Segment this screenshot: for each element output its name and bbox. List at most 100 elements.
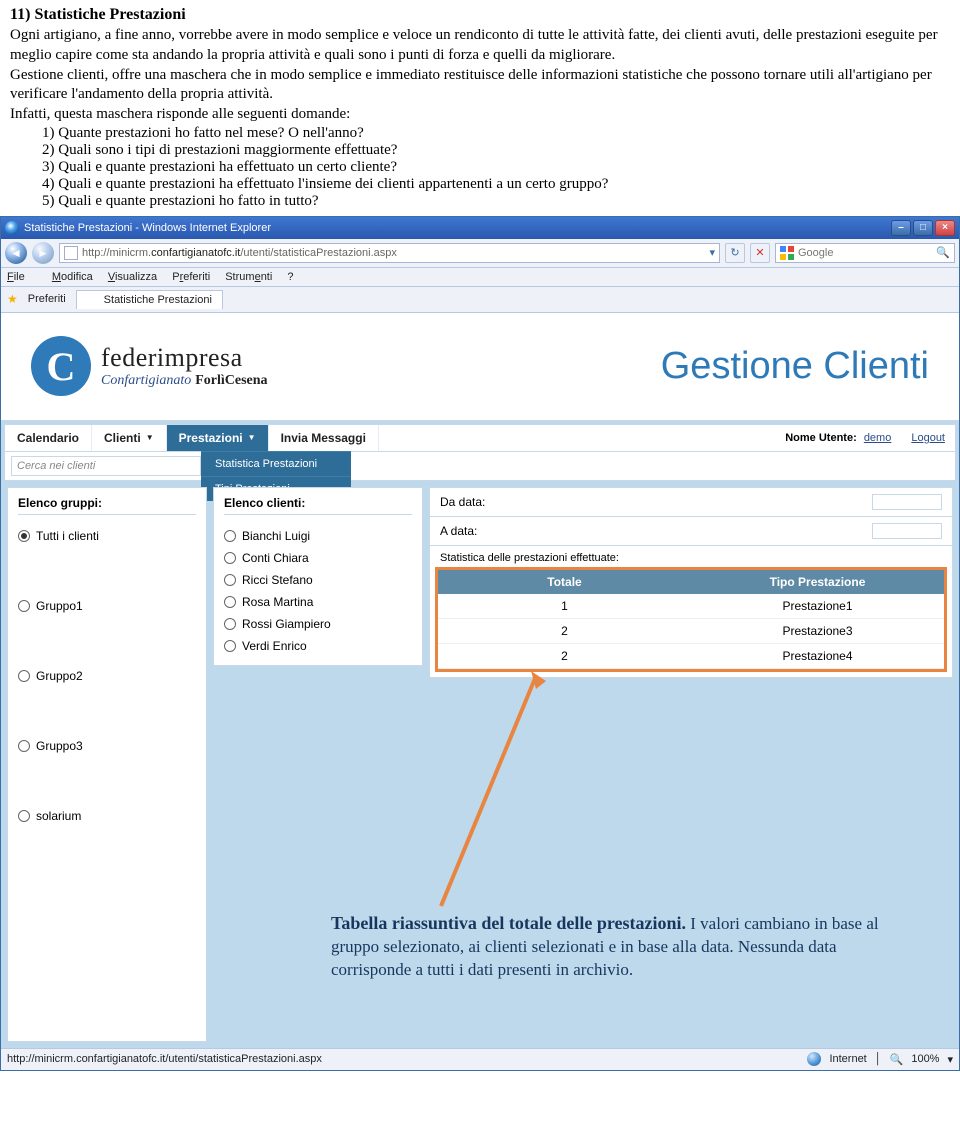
client-option-5[interactable]: Verdi Enrico [224, 635, 412, 657]
ie-window: Statistiche Prestazioni - Windows Intern… [0, 216, 960, 1071]
ie-status-bar: http://minicrm.confartigianatofc.it/uten… [1, 1048, 959, 1070]
minimize-button[interactable]: – [891, 220, 911, 236]
browser-tab[interactable]: Statistiche Prestazioni [76, 290, 223, 309]
clients-title: Elenco clienti: [224, 496, 412, 515]
group-option-all[interactable]: Tutti i clienti [18, 525, 196, 547]
menu-visualizza[interactable]: Visualizza [108, 271, 157, 283]
radio-icon [18, 670, 30, 682]
logo-title: federimpresa [101, 343, 268, 373]
ie-menu-bar: File Modifica Visualizza Preferiti Strum… [1, 268, 959, 287]
document-text: 11) Statistiche Prestazioni Ogni artigia… [0, 0, 960, 212]
url-prefix: http://minicrm. [82, 247, 151, 259]
date-to-input[interactable] [872, 523, 942, 539]
menu-file[interactable]: File [7, 271, 37, 283]
stats-table: Totale Tipo Prestazione 1Prestazione1 2P… [435, 567, 947, 672]
doc-q5: 5) Quali e quante prestazioni ho fatto i… [42, 193, 950, 210]
doc-para-3: Infatti, questa maschera risponde alle s… [10, 105, 950, 125]
status-url: http://minicrm.confartigianatofc.it/uten… [7, 1053, 799, 1065]
window-title: Statistiche Prestazioni - Windows Intern… [24, 222, 891, 234]
date-from-input[interactable] [872, 494, 942, 510]
radio-icon [18, 810, 30, 822]
panel-stats: Da data: A data: Statistica delle presta… [429, 487, 953, 678]
group-option-3[interactable]: Gruppo3 [18, 735, 196, 757]
federimpresa-logo: C federimpresa ConfartigianatoForlìCesen… [31, 336, 268, 396]
favorites-label[interactable]: Preferiti [28, 293, 66, 305]
stats-header-row: Totale Tipo Prestazione [438, 570, 944, 594]
close-button[interactable]: × [935, 220, 955, 236]
client-option-1[interactable]: Conti Chiara [224, 547, 412, 569]
client-search-row [4, 452, 956, 481]
nav-invia-messaggi[interactable]: Invia Messaggi [269, 425, 379, 451]
doc-q1: 1) Quante prestazioni ho fatto nel mese?… [42, 125, 950, 142]
menu-preferiti[interactable]: Preferiti [172, 271, 210, 283]
maximize-button[interactable]: □ [913, 220, 933, 236]
radio-icon [224, 596, 236, 608]
page-content: C federimpresa ConfartigianatoForlìCesen… [1, 313, 959, 1048]
globe-icon [807, 1052, 821, 1066]
favorites-star-icon[interactable]: ★ [7, 292, 18, 306]
panel-clients: Elenco clienti: Bianchi Luigi Conti Chia… [213, 487, 423, 666]
col-totale: Totale [438, 570, 691, 594]
radio-icon [224, 640, 236, 652]
content-area: Elenco gruppi: Tutti i clienti Gruppo1 G… [1, 481, 959, 1048]
ie-address-bar: ◄ ► http://minicrm.confartigianatofc.it/… [1, 239, 959, 268]
radio-icon [224, 618, 236, 630]
logout-link[interactable]: Logout [911, 432, 945, 444]
page-banner: C federimpresa ConfartigianatoForlìCesen… [1, 313, 959, 421]
protected-mode-icon: │ [875, 1053, 882, 1065]
radio-icon [224, 530, 236, 542]
main-nav: Calendario Clienti▼ Prestazioni▼ Invia M… [4, 424, 956, 452]
ie-titlebar: Statistiche Prestazioni - Windows Intern… [1, 217, 959, 239]
panel-groups: Elenco gruppi: Tutti i clienti Gruppo1 G… [7, 487, 207, 1042]
page-icon [64, 246, 78, 260]
tab-label: Statistiche Prestazioni [104, 294, 212, 306]
search-go-icon[interactable]: 🔍 [936, 246, 950, 259]
menu-modifica[interactable]: Modifica [52, 271, 93, 283]
url-dropdown-icon[interactable]: ▾ [709, 246, 715, 259]
zoom-icon[interactable]: 🔍 [890, 1053, 904, 1066]
client-option-3[interactable]: Rosa Martina [224, 591, 412, 613]
table-row: 1Prestazione1 [438, 594, 944, 619]
status-zoom: 100% [911, 1053, 939, 1065]
doc-heading: 11) Statistiche Prestazioni [10, 6, 950, 24]
browser-search-input[interactable]: Google 🔍 [775, 243, 955, 263]
nav-prestazioni[interactable]: Prestazioni▼ [167, 425, 269, 451]
app-title: Gestione Clienti [661, 345, 929, 388]
logo-city: ForlìCesena [195, 373, 267, 388]
url-input[interactable]: http://minicrm.confartigianatofc.it/uten… [59, 243, 720, 263]
radio-icon [18, 600, 30, 612]
tab-favicon-icon [87, 294, 99, 306]
client-option-0[interactable]: Bianchi Luigi [224, 525, 412, 547]
groups-title: Elenco gruppi: [18, 496, 196, 515]
col-tipo: Tipo Prestazione [691, 570, 944, 594]
group-option-1[interactable]: Gruppo1 [18, 595, 196, 617]
forward-button[interactable]: ► [32, 242, 54, 264]
status-zone: Internet [829, 1053, 866, 1065]
group-option-2[interactable]: Gruppo2 [18, 665, 196, 687]
nav-calendario[interactable]: Calendario [5, 425, 92, 451]
menu-help[interactable]: ? [287, 271, 293, 283]
zoom-dropdown-icon[interactable]: ▾ [947, 1053, 953, 1066]
refresh-button[interactable]: ↻ [725, 243, 745, 263]
user-info: Nome Utente: demo [775, 432, 901, 444]
radio-icon [18, 530, 30, 542]
search-placeholder: Google [798, 247, 833, 259]
nav-clienti[interactable]: Clienti▼ [92, 425, 167, 451]
stop-button[interactable]: ✕ [750, 243, 770, 263]
user-link[interactable]: demo [864, 432, 892, 444]
url-host: confartigianatofc.it [151, 247, 240, 259]
radio-icon [224, 574, 236, 586]
logo-sub: Confartigianato [101, 373, 191, 388]
client-search-input[interactable] [11, 456, 201, 476]
table-row: 2Prestazione4 [438, 644, 944, 669]
back-button[interactable]: ◄ [5, 242, 27, 264]
client-option-2[interactable]: Ricci Stefano [224, 569, 412, 591]
client-option-4[interactable]: Rossi Giampiero [224, 613, 412, 635]
radio-icon [224, 552, 236, 564]
radio-icon [18, 740, 30, 752]
dropdown-statistica-prestazioni[interactable]: Statistica Prestazioni [201, 451, 351, 476]
doc-para-2: Gestione clienti, offre una maschera che… [10, 66, 950, 106]
group-option-4[interactable]: solarium [18, 805, 196, 827]
callout-title: Tabella riassuntiva del totale delle pre… [331, 913, 686, 933]
menu-strumenti[interactable]: Strumenti [225, 271, 272, 283]
